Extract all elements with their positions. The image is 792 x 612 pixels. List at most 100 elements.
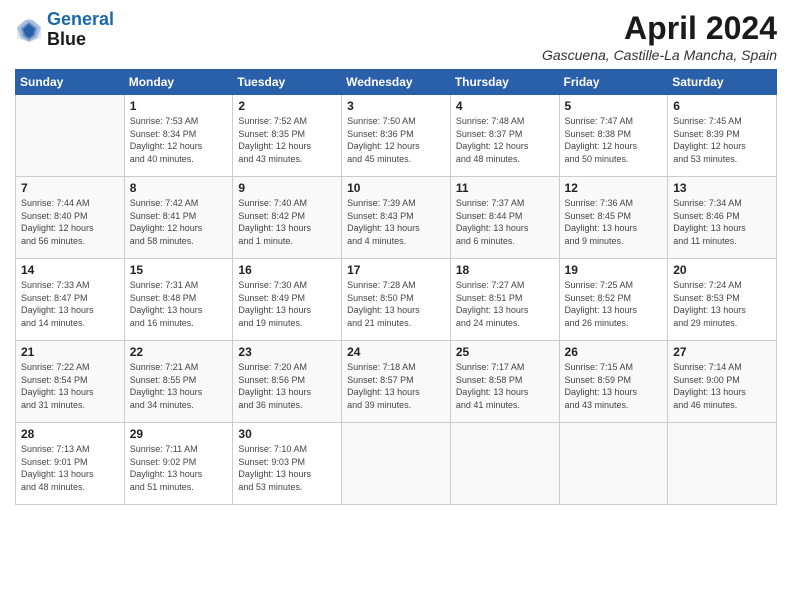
month-title: April 2024 xyxy=(542,10,777,47)
day-number: 17 xyxy=(347,263,445,277)
calendar-cell: 13 Sunrise: 7:34 AMSunset: 8:46 PMDayligh… xyxy=(668,177,777,259)
calendar-cell: 10 Sunrise: 7:39 AMSunset: 8:43 PMDayligh… xyxy=(342,177,451,259)
day-number: 22 xyxy=(130,345,228,359)
day-number: 13 xyxy=(673,181,771,195)
calendar-cell: 16 Sunrise: 7:30 AMSunset: 8:49 PMDayligh… xyxy=(233,259,342,341)
day-number: 28 xyxy=(21,427,119,441)
day-info: Sunrise: 7:22 AMSunset: 8:54 PMDaylight:… xyxy=(21,361,119,411)
calendar-cell: 22 Sunrise: 7:21 AMSunset: 8:55 PMDayligh… xyxy=(124,341,233,423)
logo: General Blue xyxy=(15,10,114,50)
day-info: Sunrise: 7:52 AMSunset: 8:35 PMDaylight:… xyxy=(238,115,336,165)
day-info: Sunrise: 7:40 AMSunset: 8:42 PMDaylight:… xyxy=(238,197,336,247)
logo-line1: General xyxy=(47,9,114,29)
day-info: Sunrise: 7:50 AMSunset: 8:36 PMDaylight:… xyxy=(347,115,445,165)
calendar-cell: 9 Sunrise: 7:40 AMSunset: 8:42 PMDaylight… xyxy=(233,177,342,259)
week-row-3: 14Sunrise: 7:33 AMSunset: 8:47 PMDayligh… xyxy=(16,259,777,341)
calendar-cell: 25 Sunrise: 7:17 AMSunset: 8:58 PMDayligh… xyxy=(450,341,559,423)
weekday-header-friday: Friday xyxy=(559,70,668,95)
day-number: 11 xyxy=(456,181,554,195)
location: Gascuena, Castille-La Mancha, Spain xyxy=(542,47,777,63)
calendar-cell xyxy=(668,423,777,505)
calendar-cell: 23Sunrise: 7:20 AMSunset: 8:56 PMDayligh… xyxy=(233,341,342,423)
day-number: 29 xyxy=(130,427,228,441)
day-number: 26 xyxy=(565,345,663,359)
calendar-cell: 6 Sunrise: 7:45 AMSunset: 8:39 PMDaylight… xyxy=(668,95,777,177)
day-number: 27 xyxy=(673,345,771,359)
day-number: 6 xyxy=(673,99,771,113)
day-number: 21 xyxy=(21,345,119,359)
day-number: 14 xyxy=(21,263,119,277)
calendar-cell: 1Sunrise: 7:53 AMSunset: 8:34 PMDaylight… xyxy=(124,95,233,177)
logo-text: General Blue xyxy=(47,10,114,50)
calendar-cell: 29 Sunrise: 7:11 AMSunset: 9:02 PMDayligh… xyxy=(124,423,233,505)
page: General Blue April 2024 Gascuena, Castil… xyxy=(0,0,792,612)
day-info: Sunrise: 7:20 AMSunset: 8:56 PMDaylight:… xyxy=(238,361,336,411)
weekday-header-wednesday: Wednesday xyxy=(342,70,451,95)
calendar-cell: 12 Sunrise: 7:36 AMSunset: 8:45 PMDayligh… xyxy=(559,177,668,259)
calendar-cell xyxy=(16,95,125,177)
calendar-cell: 30 Sunrise: 7:10 AMSunset: 9:03 PMDayligh… xyxy=(233,423,342,505)
day-number: 10 xyxy=(347,181,445,195)
day-info: Sunrise: 7:39 AMSunset: 8:43 PMDaylight:… xyxy=(347,197,445,247)
day-number: 30 xyxy=(238,427,336,441)
calendar-cell: 3 Sunrise: 7:50 AMSunset: 8:36 PMDaylight… xyxy=(342,95,451,177)
day-number: 16 xyxy=(238,263,336,277)
week-row-4: 21 Sunrise: 7:22 AMSunset: 8:54 PMDayligh… xyxy=(16,341,777,423)
day-info: Sunrise: 7:10 AMSunset: 9:03 PMDaylight:… xyxy=(238,443,336,493)
day-info: Sunrise: 7:44 AMSunset: 8:40 PMDaylight:… xyxy=(21,197,119,247)
calendar-cell: 28 Sunrise: 7:13 AMSunset: 9:01 PMDayligh… xyxy=(16,423,125,505)
title-section: April 2024 Gascuena, Castille-La Mancha,… xyxy=(542,10,777,63)
day-number: 7 xyxy=(21,181,119,195)
calendar-cell: 21 Sunrise: 7:22 AMSunset: 8:54 PMDayligh… xyxy=(16,341,125,423)
day-info: Sunrise: 7:45 AMSunset: 8:39 PMDaylight:… xyxy=(673,115,771,165)
day-info: Sunrise: 7:15 AMSunset: 8:59 PMDaylight:… xyxy=(565,361,663,411)
day-info: Sunrise: 7:13 AMSunset: 9:01 PMDaylight:… xyxy=(21,443,119,493)
calendar-cell: 2Sunrise: 7:52 AMSunset: 8:35 PMDaylight… xyxy=(233,95,342,177)
calendar-cell: 4Sunrise: 7:48 AMSunset: 8:37 PMDaylight… xyxy=(450,95,559,177)
calendar-cell: 27 Sunrise: 7:14 AMSunset: 9:00 PMDayligh… xyxy=(668,341,777,423)
day-number: 15 xyxy=(130,263,228,277)
day-info: Sunrise: 7:28 AMSunset: 8:50 PMDaylight:… xyxy=(347,279,445,329)
day-info: Sunrise: 7:24 AMSunset: 8:53 PMDaylight:… xyxy=(673,279,771,329)
day-number: 19 xyxy=(565,263,663,277)
day-info: Sunrise: 7:18 AMSunset: 8:57 PMDaylight:… xyxy=(347,361,445,411)
calendar-cell: 26 Sunrise: 7:15 AMSunset: 8:59 PMDayligh… xyxy=(559,341,668,423)
day-number: 24 xyxy=(347,345,445,359)
calendar-cell: 5 Sunrise: 7:47 AMSunset: 8:38 PMDaylight… xyxy=(559,95,668,177)
calendar-cell: 14Sunrise: 7:33 AMSunset: 8:47 PMDayligh… xyxy=(16,259,125,341)
day-info: Sunrise: 7:36 AMSunset: 8:45 PMDaylight:… xyxy=(565,197,663,247)
day-info: Sunrise: 7:31 AMSunset: 8:48 PMDaylight:… xyxy=(130,279,228,329)
day-info: Sunrise: 7:30 AMSunset: 8:49 PMDaylight:… xyxy=(238,279,336,329)
day-info: Sunrise: 7:14 AMSunset: 9:00 PMDaylight:… xyxy=(673,361,771,411)
day-info: Sunrise: 7:17 AMSunset: 8:58 PMDaylight:… xyxy=(456,361,554,411)
day-info: Sunrise: 7:11 AMSunset: 9:02 PMDaylight:… xyxy=(130,443,228,493)
weekday-header-sunday: Sunday xyxy=(16,70,125,95)
day-info: Sunrise: 7:21 AMSunset: 8:55 PMDaylight:… xyxy=(130,361,228,411)
day-number: 5 xyxy=(565,99,663,113)
calendar-cell: 20 Sunrise: 7:24 AMSunset: 8:53 PMDayligh… xyxy=(668,259,777,341)
week-row-1: 1Sunrise: 7:53 AMSunset: 8:34 PMDaylight… xyxy=(16,95,777,177)
calendar-table: SundayMondayTuesdayWednesdayThursdayFrid… xyxy=(15,69,777,505)
day-info: Sunrise: 7:53 AMSunset: 8:34 PMDaylight:… xyxy=(130,115,228,165)
day-number: 20 xyxy=(673,263,771,277)
calendar-cell xyxy=(342,423,451,505)
day-number: 18 xyxy=(456,263,554,277)
day-number: 3 xyxy=(347,99,445,113)
day-number: 9 xyxy=(238,181,336,195)
weekday-header-tuesday: Tuesday xyxy=(233,70,342,95)
day-number: 4 xyxy=(456,99,554,113)
day-info: Sunrise: 7:47 AMSunset: 8:38 PMDaylight:… xyxy=(565,115,663,165)
day-info: Sunrise: 7:42 AMSunset: 8:41 PMDaylight:… xyxy=(130,197,228,247)
calendar-cell: 8Sunrise: 7:42 AMSunset: 8:41 PMDaylight… xyxy=(124,177,233,259)
calendar-cell: 17 Sunrise: 7:28 AMSunset: 8:50 PMDayligh… xyxy=(342,259,451,341)
day-number: 25 xyxy=(456,345,554,359)
header: General Blue April 2024 Gascuena, Castil… xyxy=(15,10,777,63)
day-number: 12 xyxy=(565,181,663,195)
day-info: Sunrise: 7:34 AMSunset: 8:46 PMDaylight:… xyxy=(673,197,771,247)
calendar-cell: 19Sunrise: 7:25 AMSunset: 8:52 PMDayligh… xyxy=(559,259,668,341)
calendar-cell: 7 Sunrise: 7:44 AMSunset: 8:40 PMDaylight… xyxy=(16,177,125,259)
calendar-cell xyxy=(450,423,559,505)
week-row-5: 28 Sunrise: 7:13 AMSunset: 9:01 PMDayligh… xyxy=(16,423,777,505)
calendar-cell: 11Sunrise: 7:37 AMSunset: 8:44 PMDayligh… xyxy=(450,177,559,259)
logo-line2: Blue xyxy=(47,30,114,50)
